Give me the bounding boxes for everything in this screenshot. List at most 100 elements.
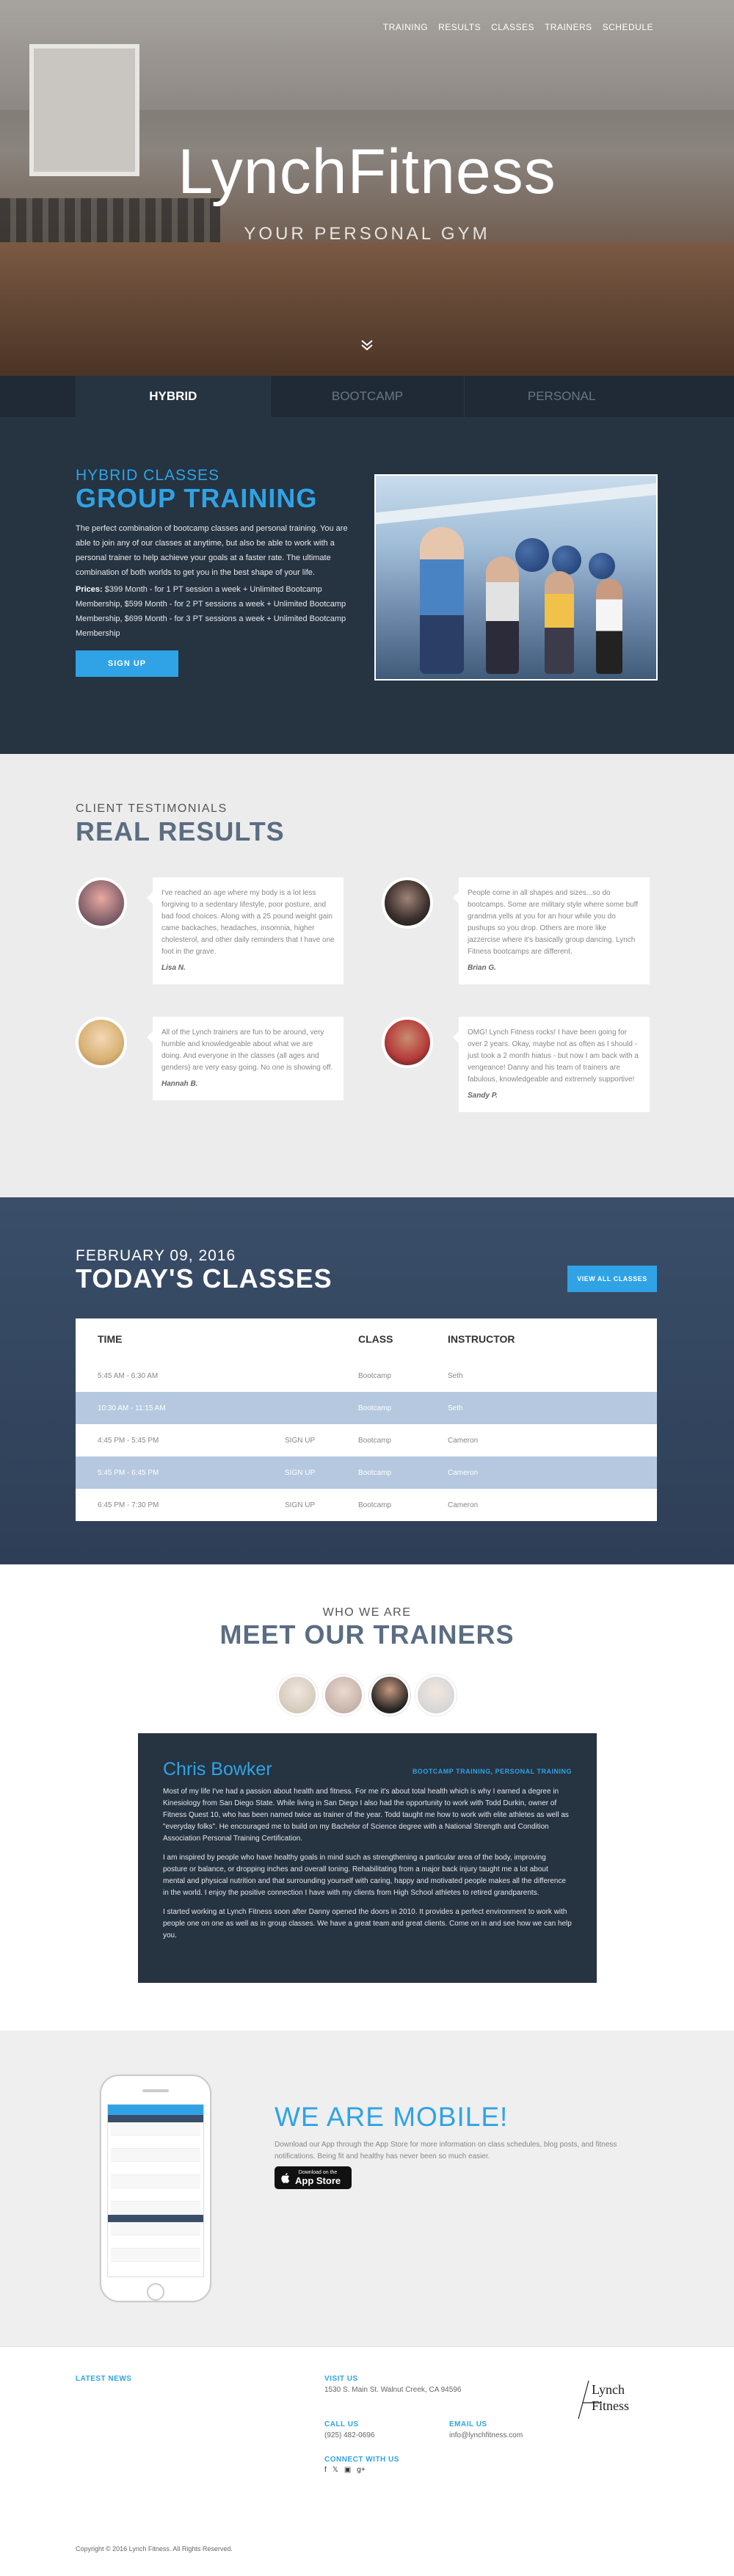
latest-news-heading: LATEST NEWS <box>76 2375 132 2383</box>
trainer-bio: Most of my life I've had a passion about… <box>163 1788 569 1843</box>
avatar <box>76 1017 127 1068</box>
row-class: Bootcamp <box>358 1436 392 1445</box>
row-class: Bootcamp <box>358 1468 392 1477</box>
copyright: Copyright © 2016 Lynch Fitness. All Righ… <box>76 2545 233 2553</box>
avatar <box>382 877 433 929</box>
row-instructor: Cameron <box>448 1501 479 1509</box>
hero: TRAINING RESULTS CLASSES TRAINERS SCHEDU… <box>0 0 734 376</box>
photo-ball <box>552 545 581 575</box>
row-time: 5:45 AM - 6:30 AM <box>98 1371 159 1380</box>
row-instructor: Seth <box>448 1371 463 1380</box>
table-row: 6:45 PM - 7:30 PM SIGN UP Bootcamp Camer… <box>76 1489 657 1521</box>
testimonial-text: OMG! Lynch Fitness rocks! I have been go… <box>468 1028 639 1084</box>
svg-text:Lynch: Lynch <box>592 2382 625 2397</box>
table-row: 5:45 PM - 6:45 PM SIGN UP Bootcamp Camer… <box>76 1456 657 1489</box>
svg-text:Fitness: Fitness <box>592 2398 629 2413</box>
call-us-heading: CALL US <box>324 2420 359 2428</box>
phone-screen <box>107 2104 204 2277</box>
mobile-text: Download our App through the App Store f… <box>275 2141 617 2160</box>
testimonial-author: Brian G. <box>468 964 496 972</box>
app-list-item <box>111 2122 200 2136</box>
row-instructor: Seth <box>448 1404 463 1412</box>
app-store-label: Download on the App Store <box>295 2170 341 2186</box>
row-time: 4:45 PM - 5:45 PM <box>98 1436 159 1445</box>
header-time: TIME <box>98 1333 123 1345</box>
trainer-avatar[interactable] <box>415 1675 457 1716</box>
phone-text[interactable]: (925) 482-0696 <box>324 2431 374 2441</box>
avatar <box>382 1017 433 1068</box>
classes-title: TODAY'S CLASSES <box>76 1263 333 1294</box>
app-list-item <box>111 2162 200 2175</box>
phone-mockup <box>100 2075 211 2302</box>
tab-personal[interactable]: PERSONAL <box>464 376 658 417</box>
testimonial-author: Lisa N. <box>161 964 186 972</box>
app-list-item <box>111 2222 200 2235</box>
twitter-icon[interactable]: 𝕏 <box>333 2466 338 2474</box>
tab-hybrid[interactable]: HYBRID <box>76 376 270 417</box>
visit-us-heading: VISIT US <box>324 2375 358 2383</box>
header-instructor: INSTRUCTOR <box>448 1333 515 1345</box>
hybrid-section: HYBRID CLASSES GROUP TRAINING The perfec… <box>0 417 734 754</box>
app-list-item <box>111 2188 200 2202</box>
trainer-bio: I started working at Lynch Fitness soon … <box>163 1908 572 1940</box>
hero-floor <box>0 242 734 376</box>
nav-training[interactable]: TRAINING <box>383 22 428 32</box>
app-date-bar <box>108 2215 203 2222</box>
row-signup[interactable]: SIGN UP <box>285 1469 358 1477</box>
row-instructor: Cameron <box>448 1436 479 1445</box>
row-instructor: Cameron <box>448 1468 479 1477</box>
photo-person <box>545 571 574 674</box>
row-class: Bootcamp <box>358 1371 392 1380</box>
google-plus-icon[interactable]: g+ <box>357 2466 365 2474</box>
row-class: Bootcamp <box>358 1501 392 1509</box>
testimonial-box: All of the Lynch trainers are fun to be … <box>147 1017 344 1100</box>
app-list-item <box>111 2202 200 2215</box>
trainer-avatar[interactable] <box>277 1675 318 1716</box>
testimonial-box: OMG! Lynch Fitness rocks! I have been go… <box>453 1017 650 1112</box>
row-signup[interactable]: SIGN UP <box>285 1437 358 1445</box>
app-store-button[interactable]: Download on the App Store <box>275 2166 352 2189</box>
testimonials-subtitle: CLIENT TESTIMONIALS <box>76 802 228 815</box>
testimonial-author: Hannah B. <box>161 1080 198 1088</box>
facebook-icon[interactable]: f <box>324 2466 327 2474</box>
photo-ball <box>515 538 549 572</box>
testimonials-title: REAL RESULTS <box>76 816 285 846</box>
phone-home-button <box>147 2283 164 2301</box>
hybrid-prices: Prices: $399 Month - for 1 PT session a … <box>76 582 362 641</box>
testimonial-text: I've reached an age where my body is a l… <box>161 889 335 956</box>
photo-ball <box>589 553 615 579</box>
social-links: f 𝕏 ▣ g+ <box>324 2466 366 2474</box>
row-signup[interactable]: SIGN UP <box>285 1501 358 1509</box>
email-link[interactable]: info@lynchfitness.com <box>449 2431 523 2441</box>
app-store-big: App Store <box>295 2174 341 2186</box>
nav-trainers[interactable]: TRAINERS <box>545 22 592 32</box>
nav-schedule[interactable]: SCHEDULE <box>603 22 653 32</box>
app-date-bar <box>108 2115 203 2122</box>
testimonials-section: CLIENT TESTIMONIALS REAL RESULTS I've re… <box>0 754 734 1197</box>
signup-button[interactable]: SIGN UP <box>76 650 178 677</box>
scroll-down-icon[interactable] <box>360 338 374 352</box>
testimonial-author: Sandy P. <box>468 1092 498 1100</box>
trainer-selector <box>277 1675 457 1716</box>
row-class: Bootcamp <box>358 1404 392 1412</box>
mobile-title: WE ARE MOBILE! <box>275 2102 509 2132</box>
row-time: 6:45 PM - 7:30 PM <box>98 1501 159 1509</box>
trainer-avatar[interactable] <box>369 1675 410 1716</box>
app-list-item <box>111 2149 200 2162</box>
tab-bootcamp[interactable]: BOOTCAMP <box>269 376 465 417</box>
view-all-classes-button[interactable]: VIEW ALL CLASSES <box>567 1266 657 1292</box>
classes-section: FEBRUARY 09, 2016 TODAY'S CLASSES VIEW A… <box>0 1197 734 1564</box>
app-list-item <box>111 2249 200 2262</box>
connect-heading: CONNECT WITH US <box>324 2456 399 2464</box>
instagram-icon[interactable]: ▣ <box>344 2466 351 2474</box>
nav-classes[interactable]: CLASSES <box>491 22 534 32</box>
table-header: TIME CLASS INSTRUCTOR <box>76 1318 657 1360</box>
app-list-item <box>111 2235 200 2249</box>
trainers-subtitle: WHO WE ARE <box>322 1606 412 1619</box>
apple-icon <box>281 2172 290 2183</box>
nav-results[interactable]: RESULTS <box>438 22 481 32</box>
hybrid-description: The perfect combination of bootcamp clas… <box>76 524 348 577</box>
testimonial-box: People come in all shapes and sizes...so… <box>453 877 650 984</box>
table-row: 4:45 PM - 5:45 PM SIGN UP Bootcamp Camer… <box>76 1424 657 1456</box>
trainer-avatar[interactable] <box>323 1675 364 1716</box>
